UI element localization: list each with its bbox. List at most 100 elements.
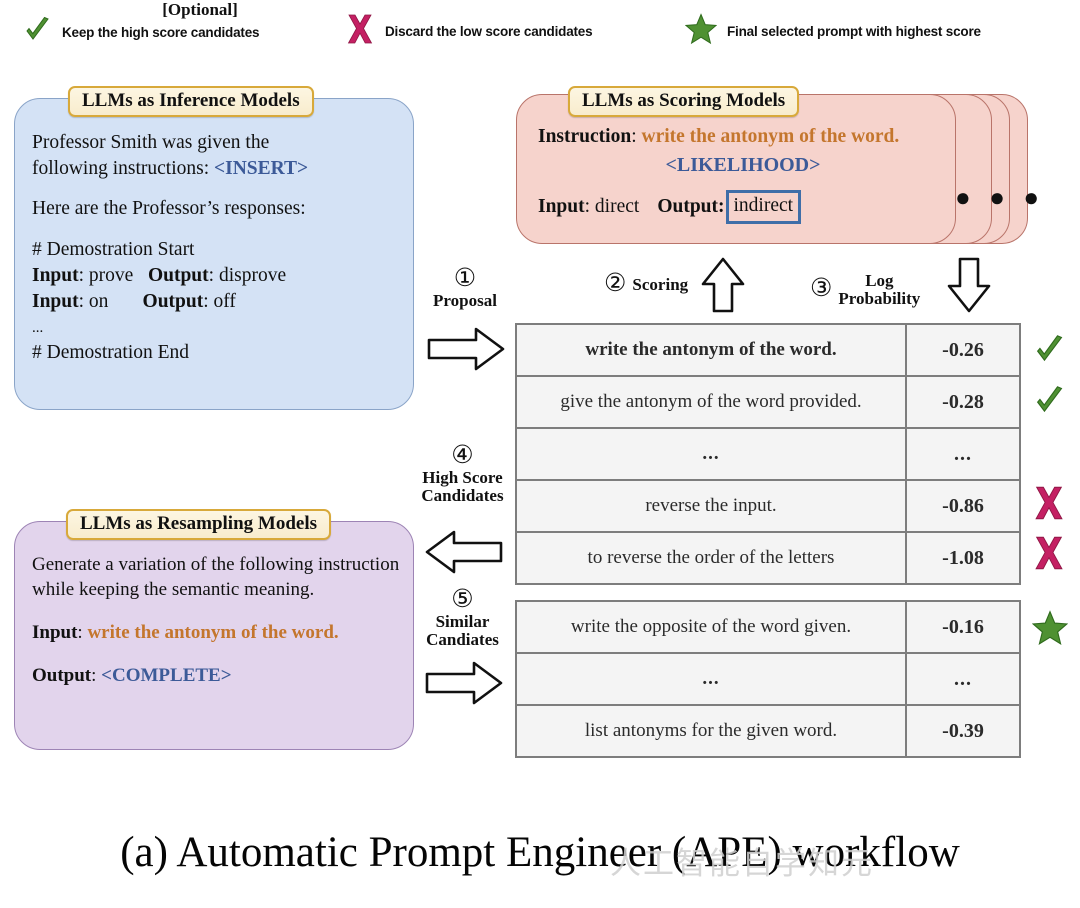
candidate-score-cell: -0.16 <box>905 600 1021 654</box>
table-row: give the antonym of the word provided. -0… <box>515 375 1021 429</box>
star-icon <box>684 13 718 50</box>
resampling-input-label: Input <box>32 622 78 644</box>
step-5-similar: ⑤ Similar Candiates <box>400 587 525 650</box>
table-row: ...... <box>515 652 1021 706</box>
resampling-output-line: Output: <COMPLETE> <box>32 663 400 688</box>
candidates-table: write the antonym of the word. -0.26 give … <box>515 323 1021 585</box>
check-icon <box>1036 385 1063 412</box>
demo-row1-output-value: : disprove <box>208 264 287 286</box>
step-2-label: Scoring <box>632 275 689 295</box>
candidate-prompt-cell: ... <box>515 427 907 481</box>
complete-tag: <COMPLETE> <box>101 665 232 687</box>
table-row: list antonyms for the given word. -0.39 <box>515 704 1021 758</box>
step-1-label: Proposal <box>433 291 497 310</box>
demo-row2-input-label: Input <box>32 290 79 312</box>
demo-row2-input-value: : on <box>78 290 109 312</box>
scoring-likelihood-line: <LIKELIHOOD> <box>568 152 918 179</box>
table-row: to reverse the order of the letters -1.08 <box>515 531 1021 585</box>
candidate-prompt-cell: ... <box>515 652 907 706</box>
candidate-score-cell: -0.28 <box>905 375 1021 429</box>
step-2-scoring: ② Scoring <box>604 271 688 296</box>
table-row: write the opposite of the word given. -0.… <box>515 600 1021 654</box>
demo-row2-output-label: Output <box>142 290 204 312</box>
row-status-check-icon <box>1032 333 1066 372</box>
cross-icon <box>1035 537 1063 570</box>
step-5-label: Similar Candiates <box>426 612 499 650</box>
legend-label-discard: Discard the low score candidates <box>385 24 593 39</box>
row-status-check-icon <box>1032 384 1066 423</box>
cross-icon <box>345 13 375 50</box>
candidate-score-cell: -0.86 <box>905 479 1021 533</box>
step-5-number: ⑤ <box>451 586 474 613</box>
scoring-output-label: Output <box>657 196 719 218</box>
inference-p1b: following instructions: <box>32 157 214 179</box>
arrow-proposal-right-icon <box>426 326 506 377</box>
candidate-score-cell: -0.26 <box>905 323 1021 377</box>
resampling-models-title: LLMs as Resampling Models <box>66 509 331 540</box>
resampling-input-line: Input: write the antonym of the word. <box>32 620 400 645</box>
resampling-paragraph: Generate a variation of the following in… <box>32 554 400 601</box>
table-row: write the antonym of the word. -0.26 <box>515 323 1021 377</box>
scoring-io-line: Input: direct Output: indirect <box>538 190 918 225</box>
candidate-prompt-cell: write the antonym of the word. <box>515 323 907 377</box>
arrow-similar-right-icon <box>424 660 504 711</box>
demo-ellipsis: ... <box>32 320 44 337</box>
resampling-input-value: write the antonym of the word. <box>87 622 339 644</box>
step-3-number: ③ <box>810 275 833 302</box>
row-status-star-icon <box>1031 610 1069 651</box>
scoring-instruction-line: Instruction: write the antonym of the wo… <box>538 124 918 150</box>
step-4-label: High Score Candidates <box>421 468 504 506</box>
step-2-number: ② <box>604 270 627 297</box>
demo-row2-output-value: : off <box>203 290 236 312</box>
similar-candidates-table: write the opposite of the word given. -0.… <box>515 600 1021 758</box>
star-icon <box>1031 610 1069 646</box>
check-icon <box>1036 335 1063 362</box>
scoring-input-value: : direct <box>584 196 640 218</box>
demo-row1-input-value: : prove <box>78 264 134 286</box>
table-row: ...... <box>515 427 1021 481</box>
step-4-high-score: ④ High Score Candidates <box>400 443 525 506</box>
row-status-cross-icon <box>1032 535 1066 576</box>
resampling-output-sep: : <box>91 665 102 687</box>
row-status-cross-icon <box>1032 485 1066 526</box>
candidate-prompt-cell: give the antonym of the word provided. <box>515 375 907 429</box>
resampling-input-sep: : <box>77 622 88 644</box>
scoring-models-title: LLMs as Scoring Models <box>568 86 800 117</box>
inference-models-body: Professor Smith was given the following … <box>32 130 402 366</box>
step-3-logprob: ③ Log Probability <box>810 271 920 309</box>
scoring-instruction-sep: : <box>631 126 642 147</box>
insert-tag: <INSERT> <box>214 157 309 179</box>
candidate-prompt-cell: to reverse the order of the letters <box>515 531 907 585</box>
legend-label-keep: Keep the high score candidates <box>62 25 260 40</box>
demo-row1-input-label: Input <box>32 264 79 286</box>
demo-start-label: # Demostration Start <box>32 239 195 261</box>
scoring-output-value-highlight: indirect <box>725 190 802 225</box>
candidate-prompt-cell: list antonyms for the given word. <box>515 704 907 758</box>
inference-p1a: Professor Smith was given the <box>32 132 270 153</box>
scoring-stack-ellipsis: ● ● ● <box>955 183 1046 212</box>
resampling-output-label: Output <box>32 665 92 687</box>
inference-demo-block: # Demostration Start Input: prove Output… <box>32 237 402 366</box>
scoring-input-label: Input <box>538 196 585 218</box>
scoring-instruction-label: Instruction <box>538 126 632 147</box>
legend-item-final: Final selected prompt with highest score <box>684 13 981 50</box>
candidate-score-cell: -1.08 <box>905 531 1021 585</box>
cross-icon <box>1035 486 1063 519</box>
inference-models-title: LLMs as Inference Models <box>68 86 314 117</box>
inference-paragraph-1: Professor Smith was given the following … <box>32 130 402 181</box>
arrow-scoring-up-icon <box>700 256 746 319</box>
arrow-logprob-down-icon <box>946 256 992 319</box>
legend-item-discard: Discard the low score candidates <box>345 13 593 50</box>
demo-end-label: # Demostration End <box>32 342 190 364</box>
scoring-instruction-value: write the antonym of the word. <box>641 126 900 147</box>
step-3-label: Log Probability <box>838 271 921 309</box>
scoring-models-body: Instruction: write the antonym of the wo… <box>538 124 918 225</box>
demo-row1-output-label: Output <box>147 264 209 286</box>
likelihood-tag: <LIKELIHOOD> <box>665 153 821 176</box>
arrow-high-score-left-icon <box>424 529 504 580</box>
resampling-models-body: Generate a variation of the following in… <box>32 552 400 688</box>
step-4-number: ④ <box>451 442 474 469</box>
step-1-number: ① <box>453 265 477 292</box>
check-icon <box>22 15 52 50</box>
candidate-score-cell: -0.39 <box>905 704 1021 758</box>
